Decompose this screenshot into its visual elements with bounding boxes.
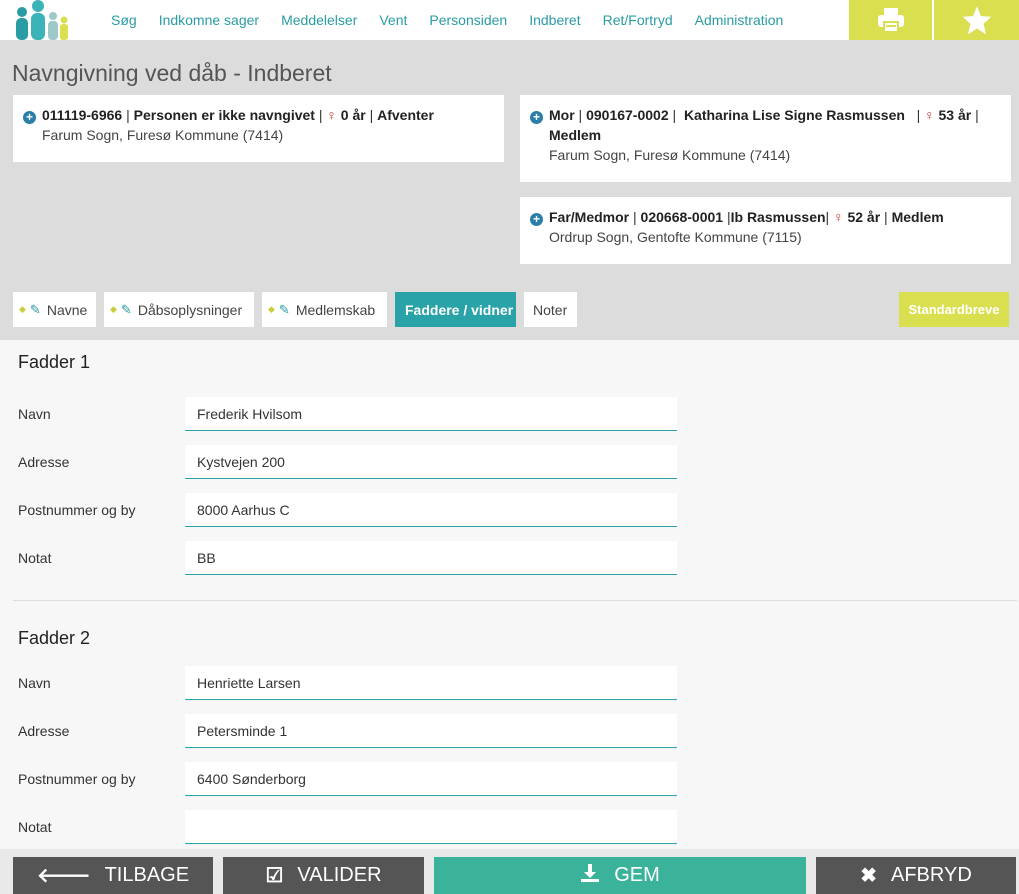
father-cpr: 020668-0001: [640, 209, 724, 225]
adresse-label: Adresse: [18, 723, 70, 739]
star-icon: [962, 6, 991, 35]
section-divider: [13, 600, 1017, 601]
nav-item-meddelelser[interactable]: Meddelelser: [270, 12, 368, 28]
tab-label: Dåbsoplysninger: [137, 301, 243, 318]
tab-faddere-vidner[interactable]: Faddere / vidner: [395, 292, 516, 327]
child-status: Personen er ikke navngivet: [133, 107, 315, 123]
valider-button[interactable]: ☑ VALIDER: [223, 857, 424, 894]
godparents-form: Fadder 1 Navn Adresse Postnummer og by N…: [0, 340, 1019, 855]
tab-medlemskab[interactable]: ◆ ✎ Medlemskab: [262, 292, 387, 327]
adresse-label: Adresse: [18, 454, 70, 470]
printer-icon: [877, 8, 904, 33]
child-cpr: 011119-6966: [42, 107, 123, 123]
logo-icon[interactable]: [12, 0, 70, 40]
pencil-icon: ✎: [120, 301, 132, 317]
mother-parish: Farum Sogn, Furesø Kommune (7414): [549, 147, 791, 163]
tab-noter[interactable]: Noter: [524, 292, 577, 327]
child-state: Afventer: [377, 107, 434, 123]
tab-daabsoplysninger[interactable]: ◆ ✎ Dåbsoplysninger: [104, 292, 254, 327]
expand-icon[interactable]: +: [530, 213, 543, 226]
fadder-1-navn-input[interactable]: [185, 397, 677, 431]
mother-age: 53 år: [938, 107, 972, 123]
fadder-2-adresse-input[interactable]: [185, 714, 677, 748]
father-age: 52 år: [847, 209, 881, 225]
notat-label: Notat: [18, 819, 52, 835]
diamond-icon: ◆: [110, 304, 117, 314]
pencil-icon: ✎: [29, 301, 41, 317]
navn-label: Navn: [18, 675, 51, 691]
gem-button[interactable]: GEM: [434, 857, 806, 894]
tab-label: Medlemskab: [295, 301, 376, 318]
person-icon: ♀: [326, 107, 337, 123]
diamond-icon: ◆: [19, 304, 26, 314]
tilbage-label: TILBAGE: [104, 864, 190, 886]
expand-icon[interactable]: +: [530, 111, 543, 124]
fadder-2-notat-input[interactable]: [185, 810, 677, 844]
mother-name: Katharina Lise Signe Rasmussen: [683, 107, 905, 123]
postnr-label: Postnummer og by: [18, 771, 136, 787]
fadder-2-title: Fadder 2: [18, 628, 91, 648]
mother-membership: Medlem: [549, 127, 602, 143]
father-parish: Ordrup Sogn, Gentofte Kommune (7115): [549, 229, 802, 245]
page-title: Navngivning ved dåb - Indberet: [12, 60, 332, 86]
close-icon: ✖: [860, 865, 877, 887]
main-nav: Søg Indkomne sager Meddelelser Vent Pers…: [100, 0, 794, 40]
fadder-2-navn-input[interactable]: [185, 666, 677, 700]
father-membership: Medlem: [891, 209, 944, 225]
fadder-2-postnr-input[interactable]: [185, 762, 677, 796]
father-card: + Far/Medmor | 020668-0001 |Ib Rasmussen|…: [520, 197, 1011, 264]
pencil-icon: ✎: [278, 301, 290, 317]
notat-label: Notat: [18, 550, 52, 566]
tab-label: Navne: [46, 301, 88, 318]
fadder-1-postnr-input[interactable]: [185, 493, 677, 527]
tilbage-button[interactable]: 🡐 TILBAGE: [13, 857, 213, 894]
standardbreve-button[interactable]: Standardbreve: [899, 292, 1009, 327]
nav-item-vent[interactable]: Vent: [368, 12, 418, 28]
child-card: +011119-6966 | Personen er ikke navngive…: [13, 95, 504, 162]
child-parish: Farum Sogn, Furesø Kommune (7414): [42, 127, 284, 143]
fadder-1-adresse-input[interactable]: [185, 445, 677, 479]
arrow-left-icon: 🡐: [36, 865, 91, 887]
nav-item-personsiden[interactable]: Personsiden: [418, 12, 518, 28]
father-role: Far/Medmor: [549, 209, 630, 225]
father-name: Ib Rasmussen: [730, 209, 826, 225]
nav-item-ret-fortryd[interactable]: Ret/Fortryd: [592, 12, 684, 28]
top-navigation-bar: Søg Indkomne sager Meddelelser Vent Pers…: [0, 0, 1019, 40]
navn-label: Navn: [18, 406, 51, 422]
favorite-button[interactable]: [934, 0, 1019, 40]
child-age: 0 år: [340, 107, 366, 123]
nav-item-administration[interactable]: Administration: [684, 12, 795, 28]
fadder-1-title: Fadder 1: [18, 352, 91, 372]
print-button[interactable]: [849, 0, 932, 40]
diamond-icon: ◆: [268, 304, 275, 314]
mother-card: + Mor | 090167-0002 | Katharina Lise Sign…: [520, 95, 1011, 182]
valider-label: VALIDER: [297, 864, 382, 886]
nav-item-soeg[interactable]: Søg: [100, 12, 148, 28]
mother-cpr: 090167-0002: [586, 107, 669, 123]
download-icon: [580, 863, 600, 889]
tab-navne[interactable]: ◆ ✎ Navne: [13, 292, 96, 327]
nav-item-indkomne-sager[interactable]: Indkomne sager: [148, 12, 270, 28]
nav-item-indberet[interactable]: Indberet: [518, 12, 591, 28]
afbryd-label: AFBRYD: [891, 864, 972, 886]
fadder-1-notat-input[interactable]: [185, 541, 677, 575]
person-icon: ♀: [924, 107, 935, 123]
postnr-label: Postnummer og by: [18, 502, 136, 518]
afbryd-button[interactable]: ✖ AFBRYD: [816, 857, 1016, 894]
mother-role: Mor: [549, 107, 575, 123]
expand-icon[interactable]: +: [23, 111, 36, 124]
checkbox-icon: ☑: [265, 865, 284, 887]
gem-label: GEM: [614, 864, 660, 886]
person-icon: ♀: [833, 209, 844, 225]
